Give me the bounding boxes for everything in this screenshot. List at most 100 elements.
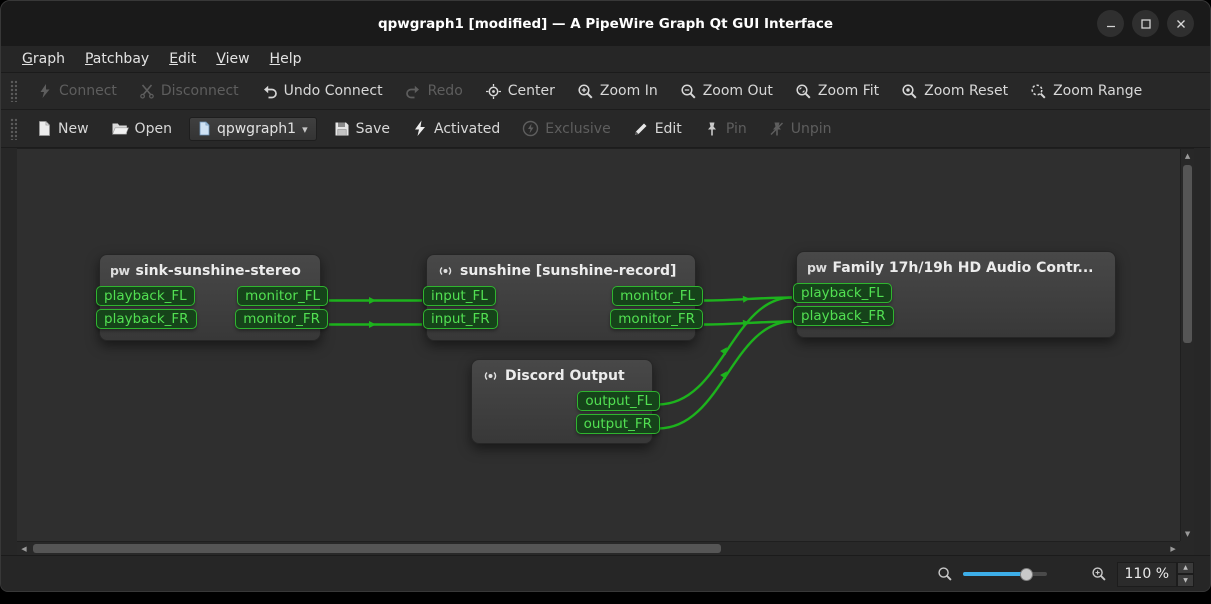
node-sink-sunshine-stereo[interactable]: sink-sunshine-stereo playback_FL playbac… [99,254,321,341]
menu-graph[interactable]: Graph [13,48,74,70]
exclusive-icon [522,120,539,137]
pipewire-icon [110,263,130,279]
zoom-in-icon [1091,566,1107,582]
menu-view[interactable]: View [207,48,258,70]
node-sunshine[interactable]: sunshine [sunshine-record] input_FL inpu… [426,254,696,341]
open-button[interactable]: Open [100,110,183,147]
vertical-scrollbar[interactable]: ▲ ▼ [1180,149,1194,541]
pipewire-icon [807,260,827,276]
patchbay-select[interactable]: qpwgraph1 [189,117,317,141]
horizontal-scroll-thumb[interactable] [33,544,721,553]
zoom-reset-icon [901,83,918,100]
edit-toggle[interactable]: Edit [622,110,693,147]
scroll-down-icon[interactable]: ▼ [1181,527,1194,541]
port-output[interactable]: monitor_FR [235,309,328,329]
center-icon [485,83,502,100]
port-input[interactable]: playback_FR [96,309,197,329]
horizontal-scrollbar[interactable]: ◀ ▶ [17,541,1180,555]
undo-icon [261,83,278,100]
activated-bolt-icon [412,120,428,137]
node-discord-output[interactable]: Discord Output output_FL output_FR [471,359,653,444]
toolbar-patchbay: New Open qpwgraph1 Save [1,110,1210,148]
unpin-button[interactable]: Unpin [758,110,843,147]
graph-canvas[interactable]: sink-sunshine-stereo playback_FL playbac… [17,149,1180,541]
edit-pencil-icon [633,121,649,137]
redo-button[interactable]: Redo [394,73,474,109]
vertical-scroll-thumb[interactable] [1183,165,1192,343]
slider-fill [963,572,1026,576]
minimize-button[interactable] [1097,10,1124,37]
scroll-right-icon[interactable]: ▶ [1166,542,1180,555]
zoom-value[interactable]: 110 % [1117,562,1177,587]
node-header[interactable]: sink-sunshine-stereo [100,255,320,279]
new-button[interactable]: New [26,110,100,147]
toolbar-grip[interactable] [10,80,17,102]
port-input[interactable]: playback_FL [793,283,892,303]
statusbar: 110 % ▲ ▼ [1,555,1210,592]
scrollbar-corner [1180,541,1194,555]
maximize-button[interactable] [1132,10,1159,37]
port-input[interactable]: input_FL [423,286,496,306]
node-title: Family 17h/19h HD Audio Contr... [833,260,1094,276]
activated-toggle[interactable]: Activated [401,110,511,147]
node-header[interactable]: Discord Output [472,360,652,384]
menu-edit[interactable]: Edit [160,48,205,70]
exclusive-toggle[interactable]: Exclusive [511,110,621,147]
connect-button[interactable]: Connect [26,73,128,109]
new-file-icon [37,120,52,137]
patchbay-file-icon [198,121,211,136]
zoom-fit-button[interactable]: Zoom Fit [784,73,890,109]
open-folder-icon [111,121,129,137]
port-input[interactable]: playback_FR [793,306,894,326]
zoom-fit-icon [795,83,812,100]
save-icon [334,121,350,137]
zoom-reset-button[interactable]: Zoom Reset [890,73,1019,109]
spin-down-icon[interactable]: ▼ [1177,574,1194,587]
disconnect-icon [139,83,155,99]
node-title: sink-sunshine-stereo [136,263,301,279]
port-output[interactable]: output_FL [577,391,660,411]
close-icon [1175,18,1187,30]
scroll-left-icon[interactable]: ◀ [17,542,31,555]
port-output[interactable]: output_FR [576,414,660,434]
disconnect-button[interactable]: Disconnect [128,73,250,109]
port-output[interactable]: monitor_FL [237,286,328,306]
zoom-slider[interactable] [963,566,1047,582]
unpin-icon [769,121,785,137]
minimize-icon [1105,18,1117,30]
slider-handle[interactable] [1020,568,1033,581]
node-title: Discord Output [505,368,625,384]
menu-help[interactable]: Help [261,48,311,70]
zoom-spinbox[interactable]: 110 % ▲ ▼ [1117,562,1194,587]
app-window: qpwgraph1 [modified] — A PipeWire Graph … [0,0,1211,592]
toolbar-graph: Connect Disconnect Undo Connect Red [1,73,1210,110]
node-header[interactable]: sunshine [sunshine-record] [427,255,695,279]
menu-patchbay[interactable]: Patchbay [76,48,158,70]
port-output[interactable]: monitor_FL [612,286,703,306]
application-icon [482,368,499,384]
scroll-up-icon[interactable]: ▲ [1181,149,1194,163]
window-title: qpwgraph1 [modified] — A PipeWire Graph … [378,16,833,32]
pin-icon [704,121,720,137]
toolbar-grip[interactable] [10,118,17,140]
undo-connect-button[interactable]: Undo Connect [250,73,394,109]
port-input[interactable]: playback_FL [96,286,195,306]
zoom-in-button[interactable]: Zoom In [566,73,669,109]
zoom-range-button[interactable]: Zoom Range [1019,73,1153,109]
zoom-in-icon [577,83,594,100]
spin-up-icon[interactable]: ▲ [1177,562,1194,575]
close-button[interactable] [1167,10,1194,37]
node-family-hd-audio[interactable]: Family 17h/19h HD Audio Contr... playbac… [796,251,1116,338]
zoom-out-button[interactable]: Zoom Out [669,73,784,109]
maximize-icon [1140,18,1152,30]
node-header[interactable]: Family 17h/19h HD Audio Contr... [797,252,1115,276]
titlebar[interactable]: qpwgraph1 [modified] — A PipeWire Graph … [1,1,1210,46]
connection-layer [17,149,1180,541]
zoom-out-icon [680,83,697,100]
pin-button[interactable]: Pin [693,110,758,147]
port-output[interactable]: monitor_FR [610,309,703,329]
redo-icon [405,83,422,100]
save-button[interactable]: Save [323,110,401,147]
center-button[interactable]: Center [474,73,566,109]
port-input[interactable]: input_FR [423,309,498,329]
